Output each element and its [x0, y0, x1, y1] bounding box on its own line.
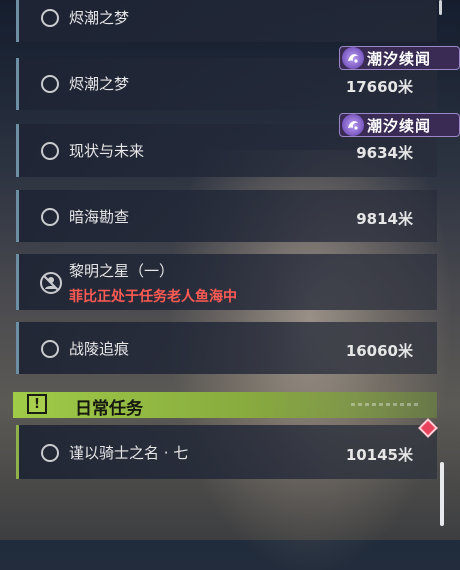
quest-distance: 16060米 [345, 342, 413, 360]
quest-name: 现状与未来 [69, 142, 145, 160]
quest-item-blocked[interactable]: 黎明之星（一） 菲比正处于任务老人鱼海中 [16, 254, 437, 310]
quest-tag-label: 潮汐续闻 [367, 116, 432, 135]
quest-item[interactable]: 战陵追痕 16060米 [16, 322, 437, 374]
quest-tag: 潮汐续闻 [339, 46, 460, 70]
quest-name: 战陵追痕 [69, 340, 130, 358]
quest-circle-icon [41, 75, 59, 93]
quest-tag-label: 潮汐续闻 [367, 49, 432, 68]
quest-name: 烬潮之梦 [69, 9, 130, 27]
quest-circle-icon [41, 340, 59, 358]
quest-circle-icon [41, 9, 59, 27]
tide-swirl-icon [342, 114, 364, 136]
scrollbar-thumb[interactable] [440, 462, 444, 526]
quest-circle-icon [41, 208, 59, 226]
quest-distance: 9814米 [356, 210, 413, 228]
quest-name: 谨以骑士之名 · 七 [69, 444, 189, 462]
section-title: 日常任务 [75, 399, 143, 419]
blocked-icon [39, 271, 63, 295]
daily-section-header[interactable]: ! 日常任务 [13, 392, 437, 419]
quest-tag: 潮汐续闻 [339, 113, 460, 137]
section-decoration [351, 403, 421, 406]
quest-distance: 10145米 [345, 446, 413, 464]
scrollbar-top [439, 0, 442, 15]
quest-name: 烬潮之梦 [69, 75, 130, 93]
quest-distance: 9634米 [356, 144, 413, 162]
exclamation-icon: ! [27, 394, 47, 414]
quest-list: 烬潮之梦 烬潮之梦 17660米 潮汐续闻 现状与未来 9634米 潮汐续闻 暗… [0, 0, 460, 540]
daily-quest-item[interactable]: 谨以骑士之名 · 七 10145米 [16, 425, 437, 479]
quest-distance: 17660米 [345, 78, 413, 96]
quest-status: 菲比正处于任务老人鱼海中 [69, 289, 237, 305]
quest-item[interactable]: 暗海勘查 9814米 [16, 190, 437, 242]
quest-item[interactable]: 烬潮之梦 [16, 0, 437, 42]
quest-circle-icon [41, 142, 59, 160]
quest-name: 黎明之星（一） [69, 262, 175, 280]
quest-circle-icon [41, 444, 59, 462]
quest-name: 暗海勘查 [69, 208, 130, 226]
tide-swirl-icon [342, 47, 364, 69]
